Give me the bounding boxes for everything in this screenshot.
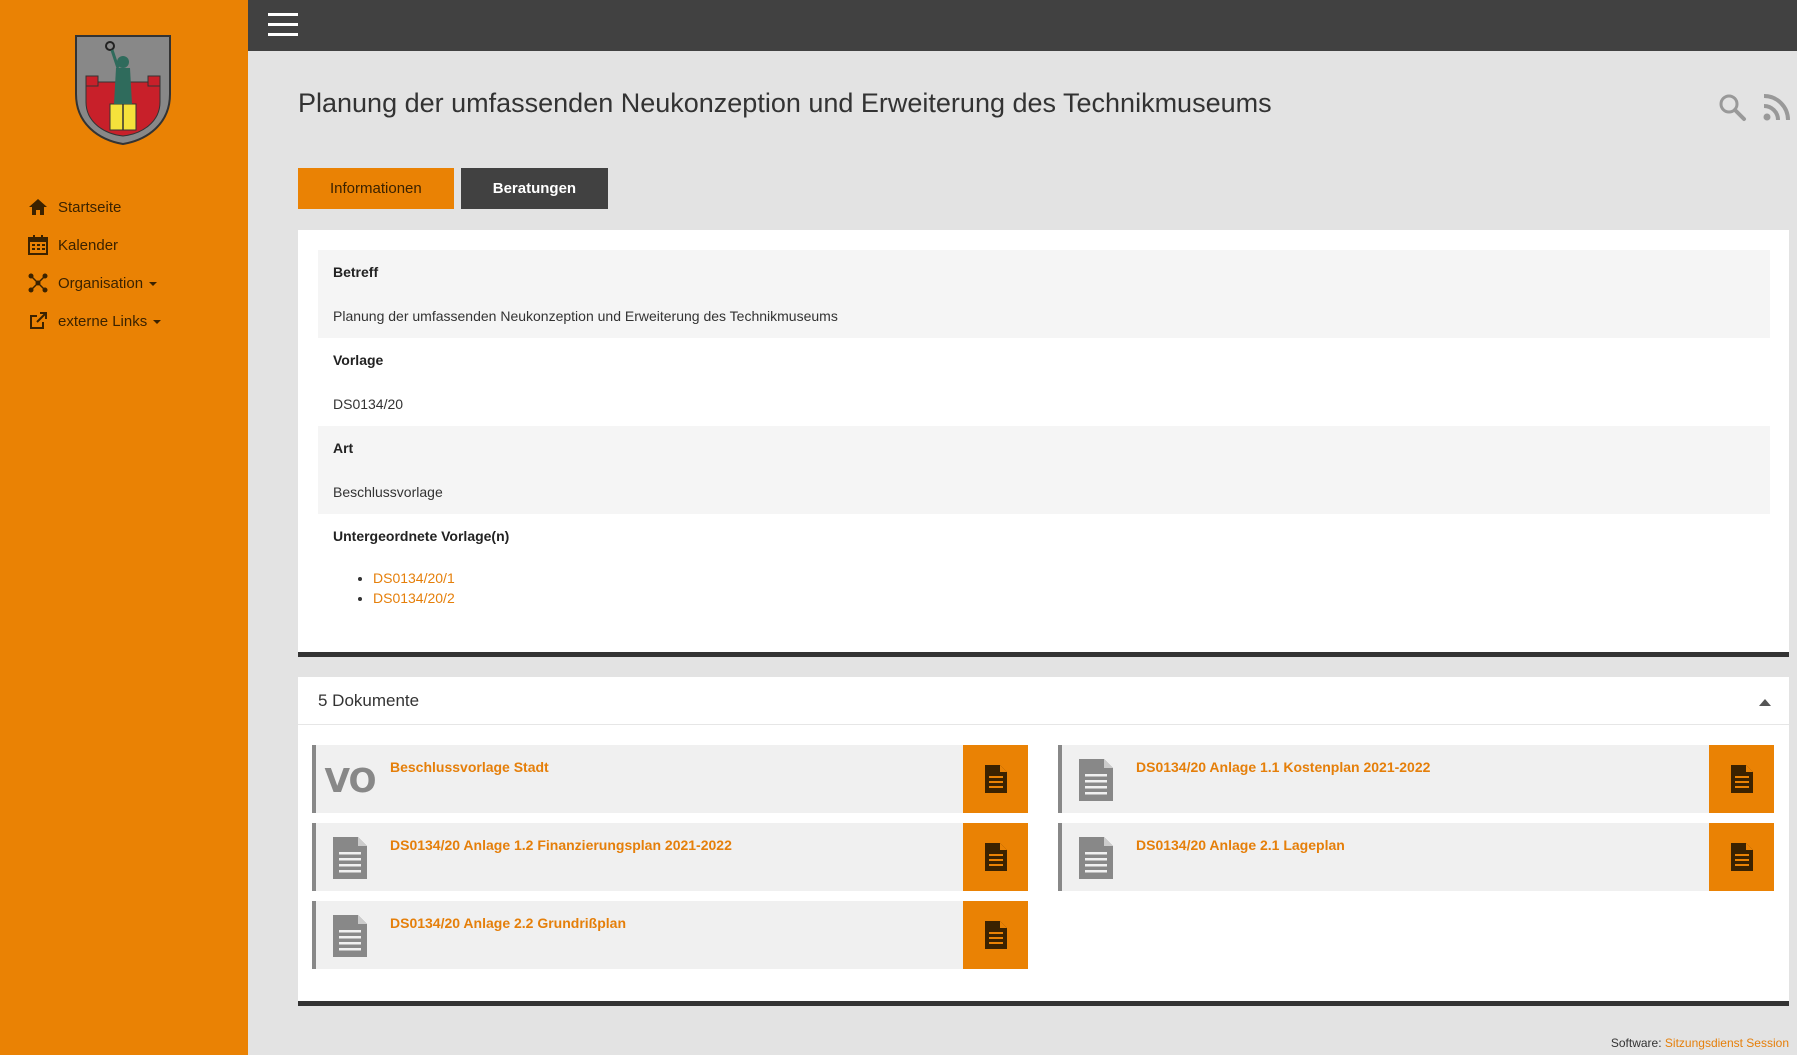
sidebar-item-label: Organisation [58,274,144,292]
info-row-vorlage: Vorlage DS0134/20 [318,338,1770,426]
sidebar-item-externe-links[interactable]: externe Links [0,302,248,340]
sidebar-item-startseite[interactable]: Startseite [0,188,248,226]
document-card: DS0134/20 Anlage 1.2 Finanzierungsplan 2… [312,823,1028,891]
sidebar-item-organisation[interactable]: Organisation [0,264,248,302]
file-icon [984,921,1007,949]
info-value: Beschlussvorlage [333,484,443,500]
coat-of-arms-logo[interactable] [72,32,174,146]
info-panel: Betreff Planung der umfassenden Neukonze… [298,230,1789,657]
document-download-button[interactable] [963,745,1028,813]
footer-prefix: Software: [1610,1036,1662,1050]
rss-feed-icon[interactable] [1762,92,1792,122]
document-link[interactable]: DS0134/20 Anlage 2.2 Grundrißplan [390,915,626,931]
document-card: DS0134/20 Anlage 2.2 Grundrißplan [312,901,1028,969]
info-value: Planung der umfassenden Neukonzeption un… [333,308,838,324]
document-icon [330,835,370,881]
document-link[interactable]: DS0134/20 Anlage 1.2 Finanzierungsplan 2… [390,837,732,853]
info-label: Betreff [333,264,379,280]
document-download-button[interactable] [963,901,1028,969]
info-label: Art [333,440,354,456]
home-icon [28,197,48,217]
external-link-icon [28,311,48,331]
vo-icon: VO [324,760,377,800]
sidebar-nav: Startseite Kalender Organisation externe… [0,188,248,340]
tab-informationen[interactable]: Informationen [298,168,454,209]
footer-software-link[interactable]: Sitzungsdienst Session [1665,1036,1789,1050]
sidebar-item-label: Kalender [58,236,119,254]
file-icon [1730,843,1753,871]
file-icon [1730,765,1753,793]
chevron-down-icon [149,282,158,286]
document-card: DS0134/20 Anlage 2.1 Lageplan [1058,823,1774,891]
document-download-button[interactable] [1709,823,1774,891]
document-download-button[interactable] [963,823,1028,891]
document-download-button[interactable] [1709,745,1774,813]
info-label: Vorlage [333,352,384,368]
chevron-down-icon [153,320,162,324]
info-label: Untergeordnete Vorlage(n) [333,528,510,544]
info-row-art: Art Beschlussvorlage [318,426,1770,514]
document-link[interactable]: DS0134/20 Anlage 2.1 Lageplan [1136,837,1345,853]
tab-beratungen[interactable]: Beratungen [460,168,609,209]
document-card: DS0134/20 Anlage 1.1 Kostenplan 2021-202… [1058,745,1774,813]
info-row-untergeordnete: Untergeordnete Vorlage(n) [318,514,1770,602]
document-icon [1076,757,1116,803]
organization-icon [28,273,48,293]
tab-bar: Informationen Beratungen [298,168,615,209]
document-link[interactable]: DS0134/20 Anlage 1.1 Kostenplan 2021-202… [1136,759,1430,775]
sub-vorlage-link[interactable]: DS0134/20/2 [373,590,455,606]
sidebar-item-label: externe Links [58,312,148,330]
page-title: Planung der umfassenden Neukonzeption un… [298,88,1272,118]
chevron-up-icon[interactable] [1759,699,1771,706]
documents-title: 5 Dokumente [318,691,420,710]
file-icon [984,843,1007,871]
footer: Software: Sitzungsdienst Session [1611,1036,1789,1050]
info-row-betreff: Betreff Planung der umfassenden Neukonze… [318,250,1770,338]
document-card: VO Beschlussvorlage Stadt [312,745,1028,813]
documents-panel: 5 Dokumente VO Beschlussvorlage Stadt DS… [298,677,1789,1006]
sidebar-item-label: Startseite [58,198,122,216]
search-icon[interactable] [1717,92,1747,122]
list-item: DS0134/20/1 [373,570,455,586]
list-item: DS0134/20/2 [373,590,455,606]
info-value: DS0134/20 [333,396,404,412]
sub-vorlage-link[interactable]: DS0134/20/1 [373,570,455,586]
file-icon [984,765,1007,793]
top-bar [248,0,1797,51]
calendar-icon [28,235,48,255]
menu-toggle-icon[interactable] [268,13,298,37]
document-icon [1076,835,1116,881]
documents-header[interactable]: 5 Dokumente [298,677,1789,725]
sidebar-item-kalender[interactable]: Kalender [0,226,248,264]
document-icon [330,913,370,959]
document-link[interactable]: Beschlussvorlage Stadt [390,759,549,775]
sidebar: Startseite Kalender Organisation externe… [0,0,248,1055]
sub-vorlagen-list: DS0134/20/1 DS0134/20/2 [373,570,455,610]
